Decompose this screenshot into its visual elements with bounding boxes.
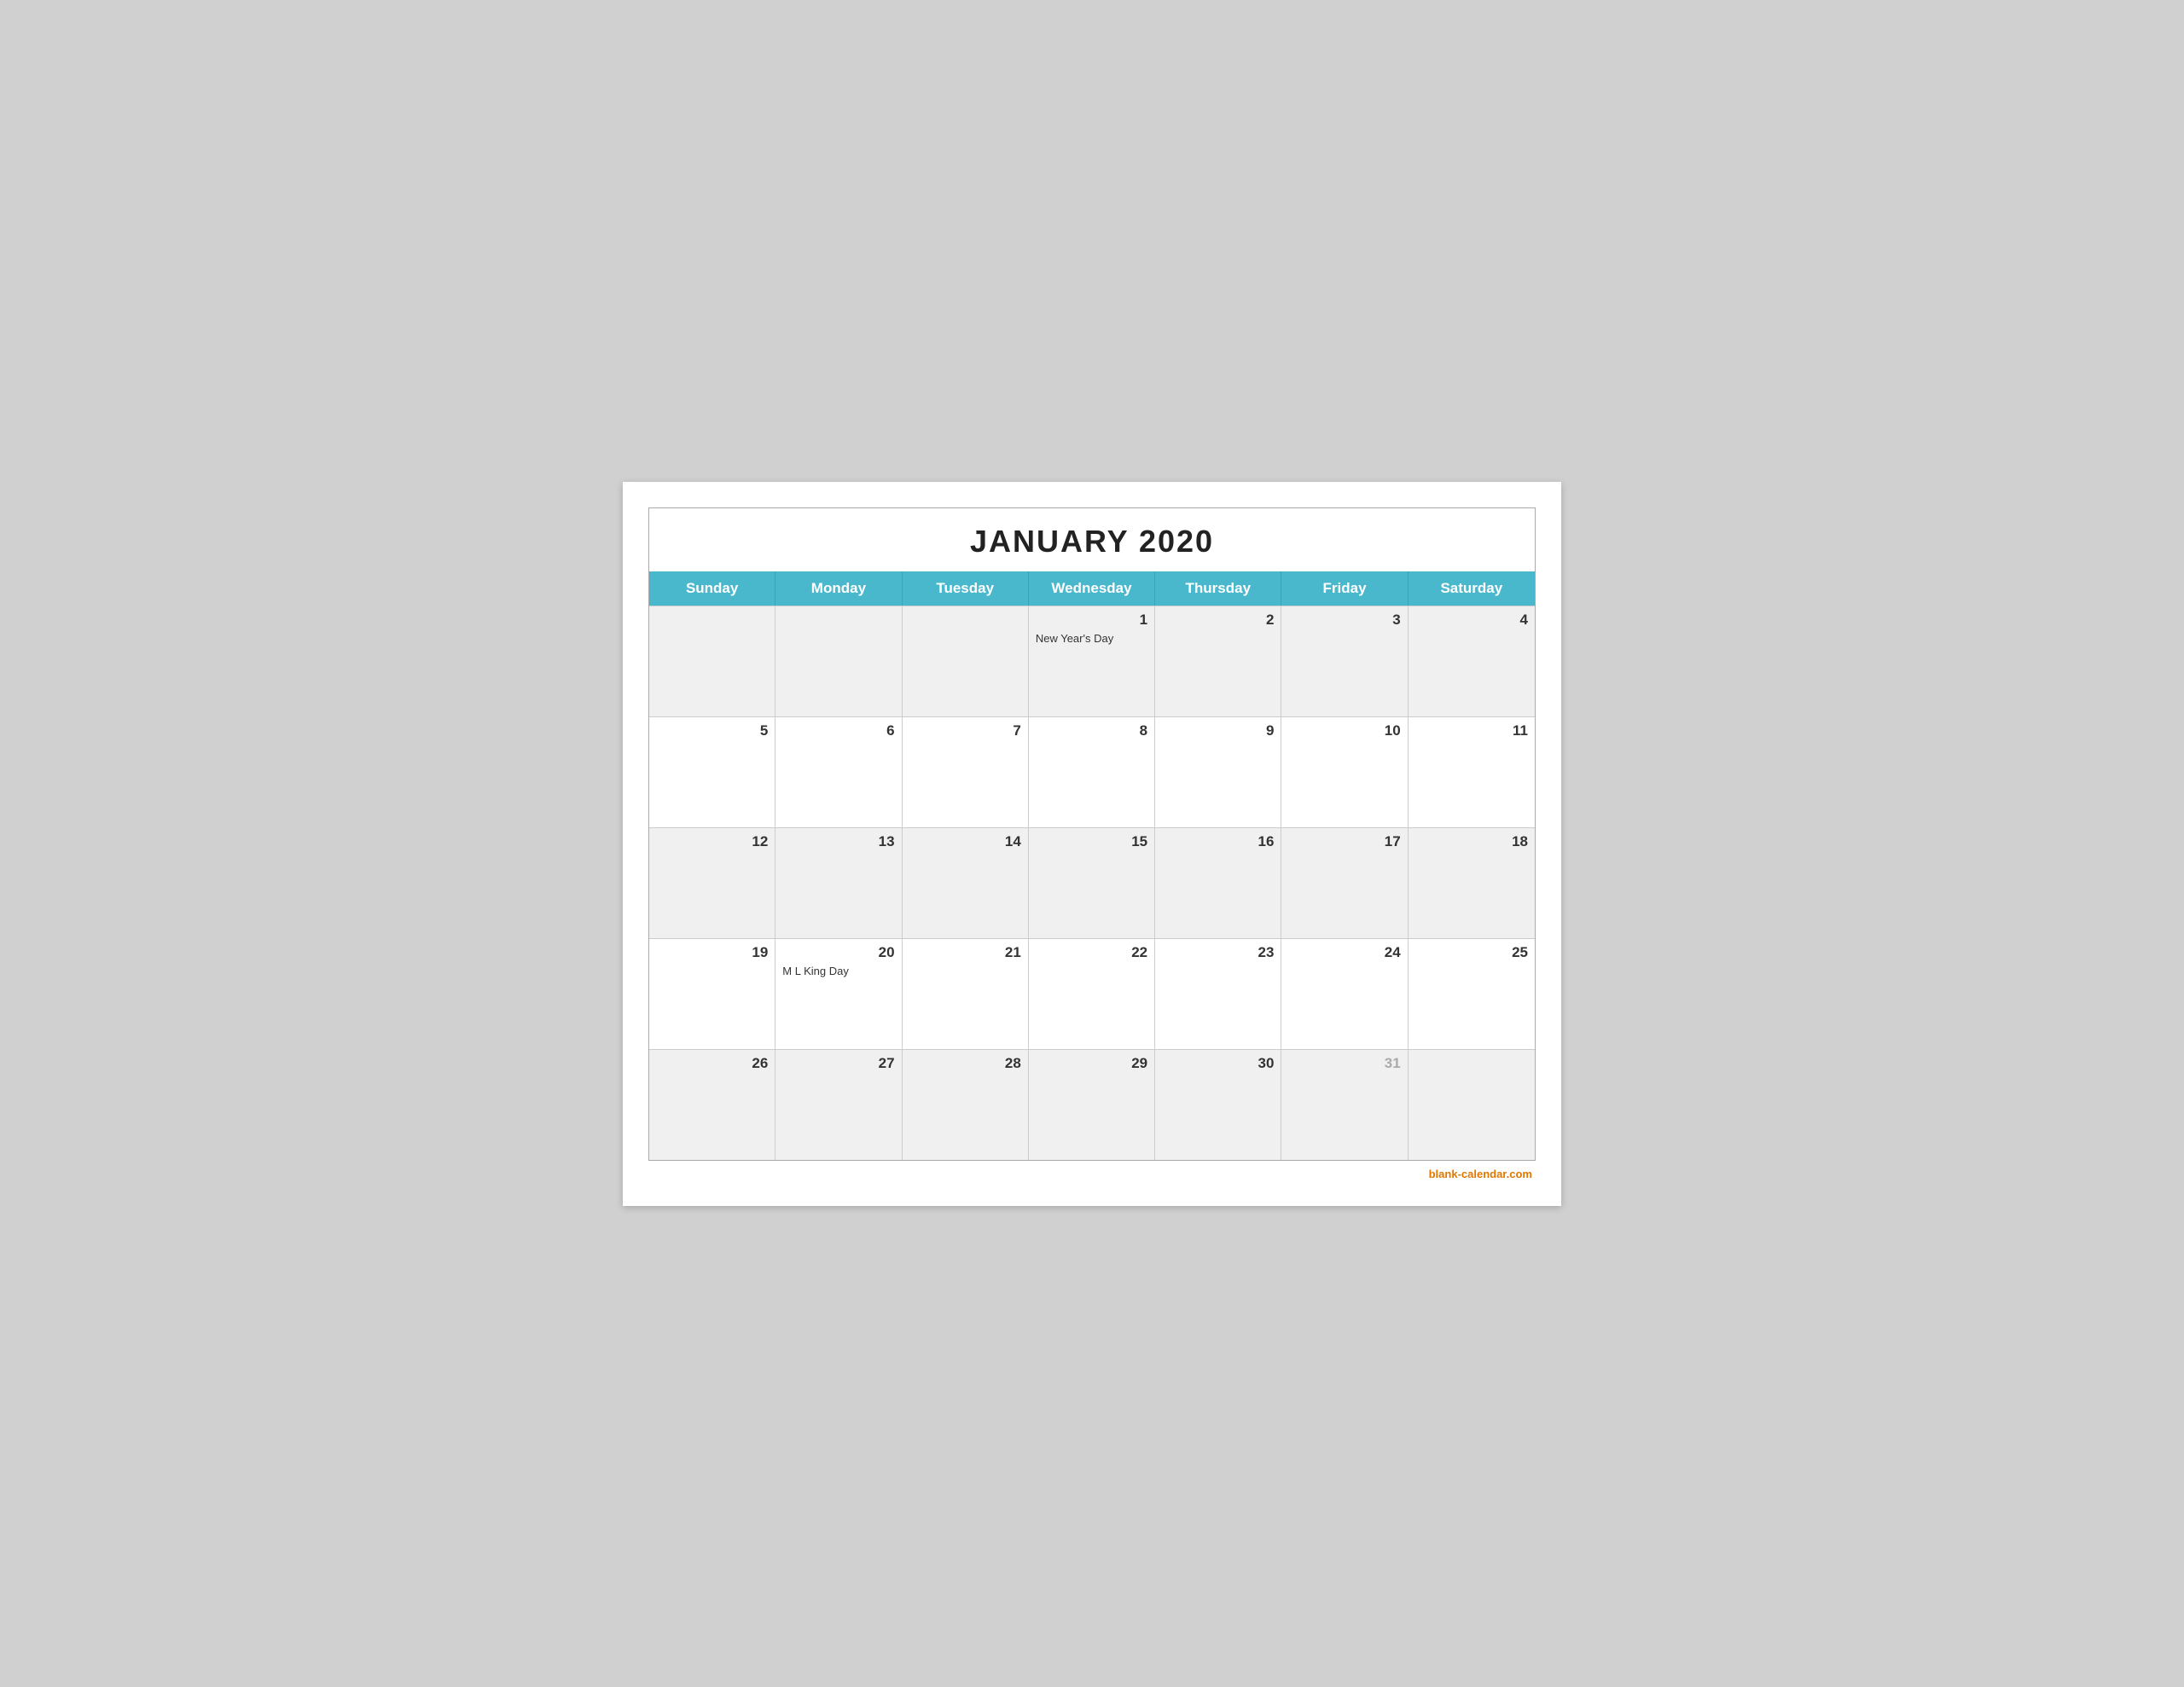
calendar-cell: 19 bbox=[649, 938, 775, 1049]
calendar-cell: 23 bbox=[1155, 938, 1281, 1049]
cell-number: 22 bbox=[1036, 944, 1147, 961]
cell-number: 2 bbox=[1162, 612, 1274, 629]
cell-number: 21 bbox=[909, 944, 1021, 961]
calendar-cell bbox=[1409, 1049, 1535, 1160]
calendar-cell: 8 bbox=[1029, 716, 1155, 827]
calendar-grid: 1New Year's Day2345678910111213141516171… bbox=[649, 606, 1535, 1160]
calendar-cell: 7 bbox=[903, 716, 1029, 827]
cell-number: 17 bbox=[1288, 833, 1400, 850]
calendar-cell: 20 M L King Day bbox=[775, 938, 902, 1049]
calendar-cell bbox=[649, 606, 775, 716]
cell-number: 15 bbox=[1036, 833, 1147, 850]
calendar-cell: 3 bbox=[1281, 606, 1408, 716]
cell-number: 8 bbox=[1036, 722, 1147, 739]
cell-number: 14 bbox=[909, 833, 1021, 850]
cell-number: 3 bbox=[1288, 612, 1400, 629]
calendar-container: JANUARY 2020 SundayMondayTuesdayWednesda… bbox=[648, 507, 1536, 1161]
cell-number: 7 bbox=[909, 722, 1021, 739]
calendar-cell: 5 bbox=[649, 716, 775, 827]
cell-number: 9 bbox=[1162, 722, 1274, 739]
cell-event: M L King Day bbox=[782, 965, 894, 977]
calendar-title: JANUARY 2020 bbox=[649, 508, 1535, 571]
calendar-cell: 13 bbox=[775, 827, 902, 938]
calendar-cell: 27 bbox=[775, 1049, 902, 1160]
calendar-cell: 9 bbox=[1155, 716, 1281, 827]
calendar-cell: 28 bbox=[903, 1049, 1029, 1160]
calendar-cell: 6 bbox=[775, 716, 902, 827]
calendar-cell: 16 bbox=[1155, 827, 1281, 938]
day-header-saturday: Saturday bbox=[1409, 571, 1535, 606]
calendar-cell: 4 bbox=[1409, 606, 1535, 716]
cell-number: 1 bbox=[1036, 612, 1147, 629]
cell-number: 24 bbox=[1288, 944, 1400, 961]
page: JANUARY 2020 SundayMondayTuesdayWednesda… bbox=[623, 482, 1561, 1206]
day-headers: SundayMondayTuesdayWednesdayThursdayFrid… bbox=[649, 571, 1535, 606]
calendar-cell: 25 bbox=[1409, 938, 1535, 1049]
cell-number: 26 bbox=[656, 1055, 768, 1072]
day-header-thursday: Thursday bbox=[1155, 571, 1281, 606]
calendar-cell: 1 New Year's Day bbox=[1029, 606, 1155, 716]
cell-event: New Year's Day bbox=[1036, 632, 1147, 645]
cell-number: 4 bbox=[1415, 612, 1528, 629]
cell-number: 27 bbox=[782, 1055, 894, 1072]
cell-number: 20 bbox=[782, 944, 894, 961]
cell-number: 10 bbox=[1288, 722, 1400, 739]
calendar-cell: 29 bbox=[1029, 1049, 1155, 1160]
day-header-sunday: Sunday bbox=[649, 571, 775, 606]
day-header-monday: Monday bbox=[775, 571, 902, 606]
cell-number: 19 bbox=[656, 944, 768, 961]
calendar-cell: 30 bbox=[1155, 1049, 1281, 1160]
calendar-cell: 18 bbox=[1409, 827, 1535, 938]
cell-number: 16 bbox=[1162, 833, 1274, 850]
calendar-cell: 11 bbox=[1409, 716, 1535, 827]
cell-number: 30 bbox=[1162, 1055, 1274, 1072]
calendar-cell: 10 bbox=[1281, 716, 1408, 827]
calendar-cell: 17 bbox=[1281, 827, 1408, 938]
cell-number: 5 bbox=[656, 722, 768, 739]
calendar-cell bbox=[775, 606, 902, 716]
cell-number: 29 bbox=[1036, 1055, 1147, 1072]
cell-number: 31 bbox=[1288, 1055, 1400, 1072]
cell-number: 12 bbox=[656, 833, 768, 850]
cell-number: 11 bbox=[1415, 722, 1528, 739]
day-header-wednesday: Wednesday bbox=[1029, 571, 1155, 606]
cell-number: 18 bbox=[1415, 833, 1528, 850]
day-header-tuesday: Tuesday bbox=[903, 571, 1029, 606]
calendar-cell: 21 bbox=[903, 938, 1029, 1049]
calendar-cell: 26 bbox=[649, 1049, 775, 1160]
day-header-friday: Friday bbox=[1281, 571, 1408, 606]
cell-number: 25 bbox=[1415, 944, 1528, 961]
calendar-cell bbox=[903, 606, 1029, 716]
calendar-cell: 2 bbox=[1155, 606, 1281, 716]
calendar-cell: 31 bbox=[1281, 1049, 1408, 1160]
calendar-cell: 22 bbox=[1029, 938, 1155, 1049]
calendar-cell: 15 bbox=[1029, 827, 1155, 938]
calendar-cell: 12 bbox=[649, 827, 775, 938]
cell-number: 28 bbox=[909, 1055, 1021, 1072]
watermark: blank-calendar.com bbox=[648, 1161, 1536, 1180]
cell-number: 6 bbox=[782, 722, 894, 739]
calendar-cell: 24 bbox=[1281, 938, 1408, 1049]
cell-number: 23 bbox=[1162, 944, 1274, 961]
calendar-cell: 14 bbox=[903, 827, 1029, 938]
cell-number: 13 bbox=[782, 833, 894, 850]
